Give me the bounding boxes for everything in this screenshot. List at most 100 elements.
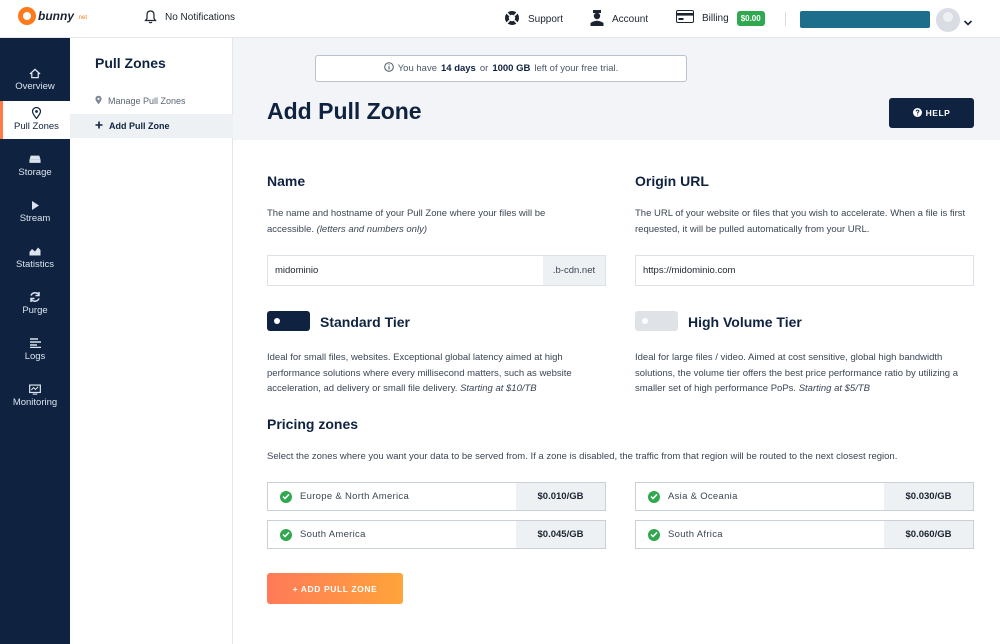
- billing-link[interactable]: Billing $0.00: [676, 10, 765, 26]
- zone-name: Asia & Oceania: [668, 491, 738, 502]
- list-icon: [29, 338, 41, 348]
- high-volume-tier-text: Ideal for large files / video. Aimed at …: [635, 352, 958, 394]
- nav-overview-label: Overview: [15, 81, 55, 92]
- origin-url-description: The URL of your website or files that yo…: [635, 208, 966, 235]
- hostname-suffix: .b-cdn.net: [543, 255, 606, 286]
- notifications-label: No Notifications: [165, 11, 236, 23]
- account-link[interactable]: Account: [590, 10, 648, 29]
- pricing-zone-europe-north-america[interactable]: Europe & North America $0.010/GB: [267, 482, 606, 511]
- zone-name: South Africa: [668, 529, 723, 540]
- check-circle-icon: [648, 490, 660, 503]
- notifications-button[interactable]: No Notifications: [144, 10, 235, 24]
- nav-overview[interactable]: Overview: [0, 61, 70, 99]
- pricing-zone-south-america[interactable]: South America $0.045/GB: [267, 520, 606, 549]
- pull-zones-subnav: Pull Zones Manage Pull Zones Add Pull Zo…: [70, 38, 233, 644]
- balance-badge: $0.00: [736, 10, 765, 26]
- pricing-zone-south-africa[interactable]: South Africa $0.060/GB: [635, 520, 974, 549]
- credit-card-icon: [676, 10, 694, 26]
- bunny-logo[interactable]: bunny .net: [18, 7, 87, 25]
- trial-middle: or: [479, 63, 489, 74]
- subnav-title: Pull Zones: [95, 55, 166, 71]
- bunny-logo-icon: [18, 7, 36, 25]
- nav-purge[interactable]: Purge: [0, 285, 70, 323]
- location-pin-icon: [31, 107, 43, 119]
- trial-prefix: You have: [397, 63, 437, 74]
- billing-label: Billing: [702, 12, 729, 24]
- pull-zone-name-value: midominio: [275, 265, 319, 276]
- zone-price: $0.045/GB: [516, 521, 605, 548]
- subnav-item-manage-pull-zones[interactable]: Manage Pull Zones: [70, 89, 233, 113]
- account-label: Account: [612, 14, 649, 25]
- check-circle-icon: [648, 528, 660, 541]
- high-volume-tier-description: Ideal for large files / video. Aimed at …: [635, 350, 977, 397]
- nav-logs-label: Logs: [24, 351, 46, 362]
- zone-name: Europe & North America: [300, 491, 410, 502]
- pricing-zone-asia-oceania[interactable]: Asia & Oceania $0.030/GB: [635, 482, 974, 511]
- divider: [785, 12, 786, 26]
- zone-price: $0.060/GB: [884, 521, 973, 548]
- help-button[interactable]: HELP: [889, 98, 974, 128]
- add-pull-zone-button[interactable]: + ADD PULL ZONE: [267, 573, 403, 604]
- check-circle-icon: [280, 528, 292, 541]
- trial-suffix: left of your free trial.: [534, 63, 619, 74]
- add-pull-zone-label: + ADD PULL ZONE: [292, 583, 378, 594]
- monitor-icon: [29, 383, 41, 395]
- nav-storage[interactable]: Storage: [0, 147, 70, 185]
- standard-tier-description: Ideal for small files, websites. Excepti…: [267, 350, 607, 397]
- pricing-zones-description: Select the zones where you want your dat…: [267, 451, 898, 462]
- nav-monitoring-label: Monitoring: [12, 397, 58, 408]
- avatar[interactable]: [936, 8, 960, 32]
- support-link[interactable]: Support: [504, 10, 563, 29]
- zone-price: $0.030/GB: [884, 483, 973, 510]
- nav-monitoring[interactable]: Monitoring: [0, 377, 70, 415]
- origin-url-input[interactable]: https://midominio.com: [635, 255, 974, 286]
- standard-tier-price: Starting at $10/TB: [460, 383, 537, 394]
- question-circle-icon: [912, 107, 922, 119]
- location-pin-icon: [95, 95, 102, 107]
- standard-tier-title: Standard Tier: [320, 314, 410, 330]
- subnav-item-label: Manage Pull Zones: [108, 96, 186, 106]
- area-chart-icon: [29, 246, 41, 256]
- main-nav-rail: Overview Pull Zones Storage Stream Stati…: [0, 38, 70, 644]
- subnav-item-label: Add Pull Zone: [109, 121, 170, 131]
- lifebuoy-icon: [504, 10, 520, 29]
- high-volume-tier-title: High Volume Tier: [688, 314, 802, 330]
- info-icon: [383, 62, 394, 75]
- origin-url-value: https://midominio.com: [643, 265, 736, 276]
- plus-icon: [95, 121, 103, 131]
- home-icon: [29, 67, 41, 78]
- zone-price: $0.010/GB: [516, 483, 605, 510]
- trial-banner: You have 14 days or 1000 GB left of your…: [315, 55, 687, 82]
- standard-tier-toggle[interactable]: [267, 311, 310, 331]
- brand-name: bunny: [38, 9, 74, 23]
- nav-pull-zones[interactable]: Pull Zones: [0, 101, 70, 139]
- high-volume-tier-toggle[interactable]: [635, 311, 678, 331]
- trial-days: 14 days: [440, 63, 476, 74]
- nav-stream[interactable]: Stream: [0, 193, 70, 231]
- user-icon: [590, 10, 604, 29]
- pricing-zones-heading: Pricing zones: [267, 416, 359, 432]
- support-label: Support: [528, 14, 564, 25]
- nav-statistics[interactable]: Statistics: [0, 239, 70, 277]
- storage-icon: [29, 154, 41, 164]
- nav-statistics-label: Statistics: [15, 259, 54, 270]
- name-description-note: (letters and numbers only): [316, 223, 427, 235]
- origin-url-heading: Origin URL: [635, 173, 709, 189]
- subnav-item-add-pull-zone[interactable]: Add Pull Zone: [70, 114, 233, 138]
- name-heading: Name: [267, 173, 306, 189]
- bell-icon: [144, 10, 157, 24]
- nav-logs[interactable]: Logs: [0, 331, 70, 369]
- nav-purge-label: Purge: [22, 305, 48, 316]
- toggle-knob: [642, 318, 648, 324]
- refresh-icon: [29, 292, 41, 302]
- top-bar: bunny .net No Notifications Support Acco…: [0, 0, 1000, 38]
- page-title: Add Pull Zone: [267, 98, 422, 124]
- nav-stream-label: Stream: [19, 213, 51, 224]
- nav-pull-zones-label: Pull Zones: [14, 121, 59, 132]
- nav-storage-label: Storage: [18, 167, 52, 178]
- help-label: HELP: [925, 108, 951, 118]
- trial-gb: 1000 GB: [492, 63, 531, 74]
- chevron-down-icon[interactable]: [963, 14, 973, 32]
- pull-zone-name-input[interactable]: midominio: [267, 255, 544, 286]
- account-search-bar[interactable]: [800, 11, 930, 28]
